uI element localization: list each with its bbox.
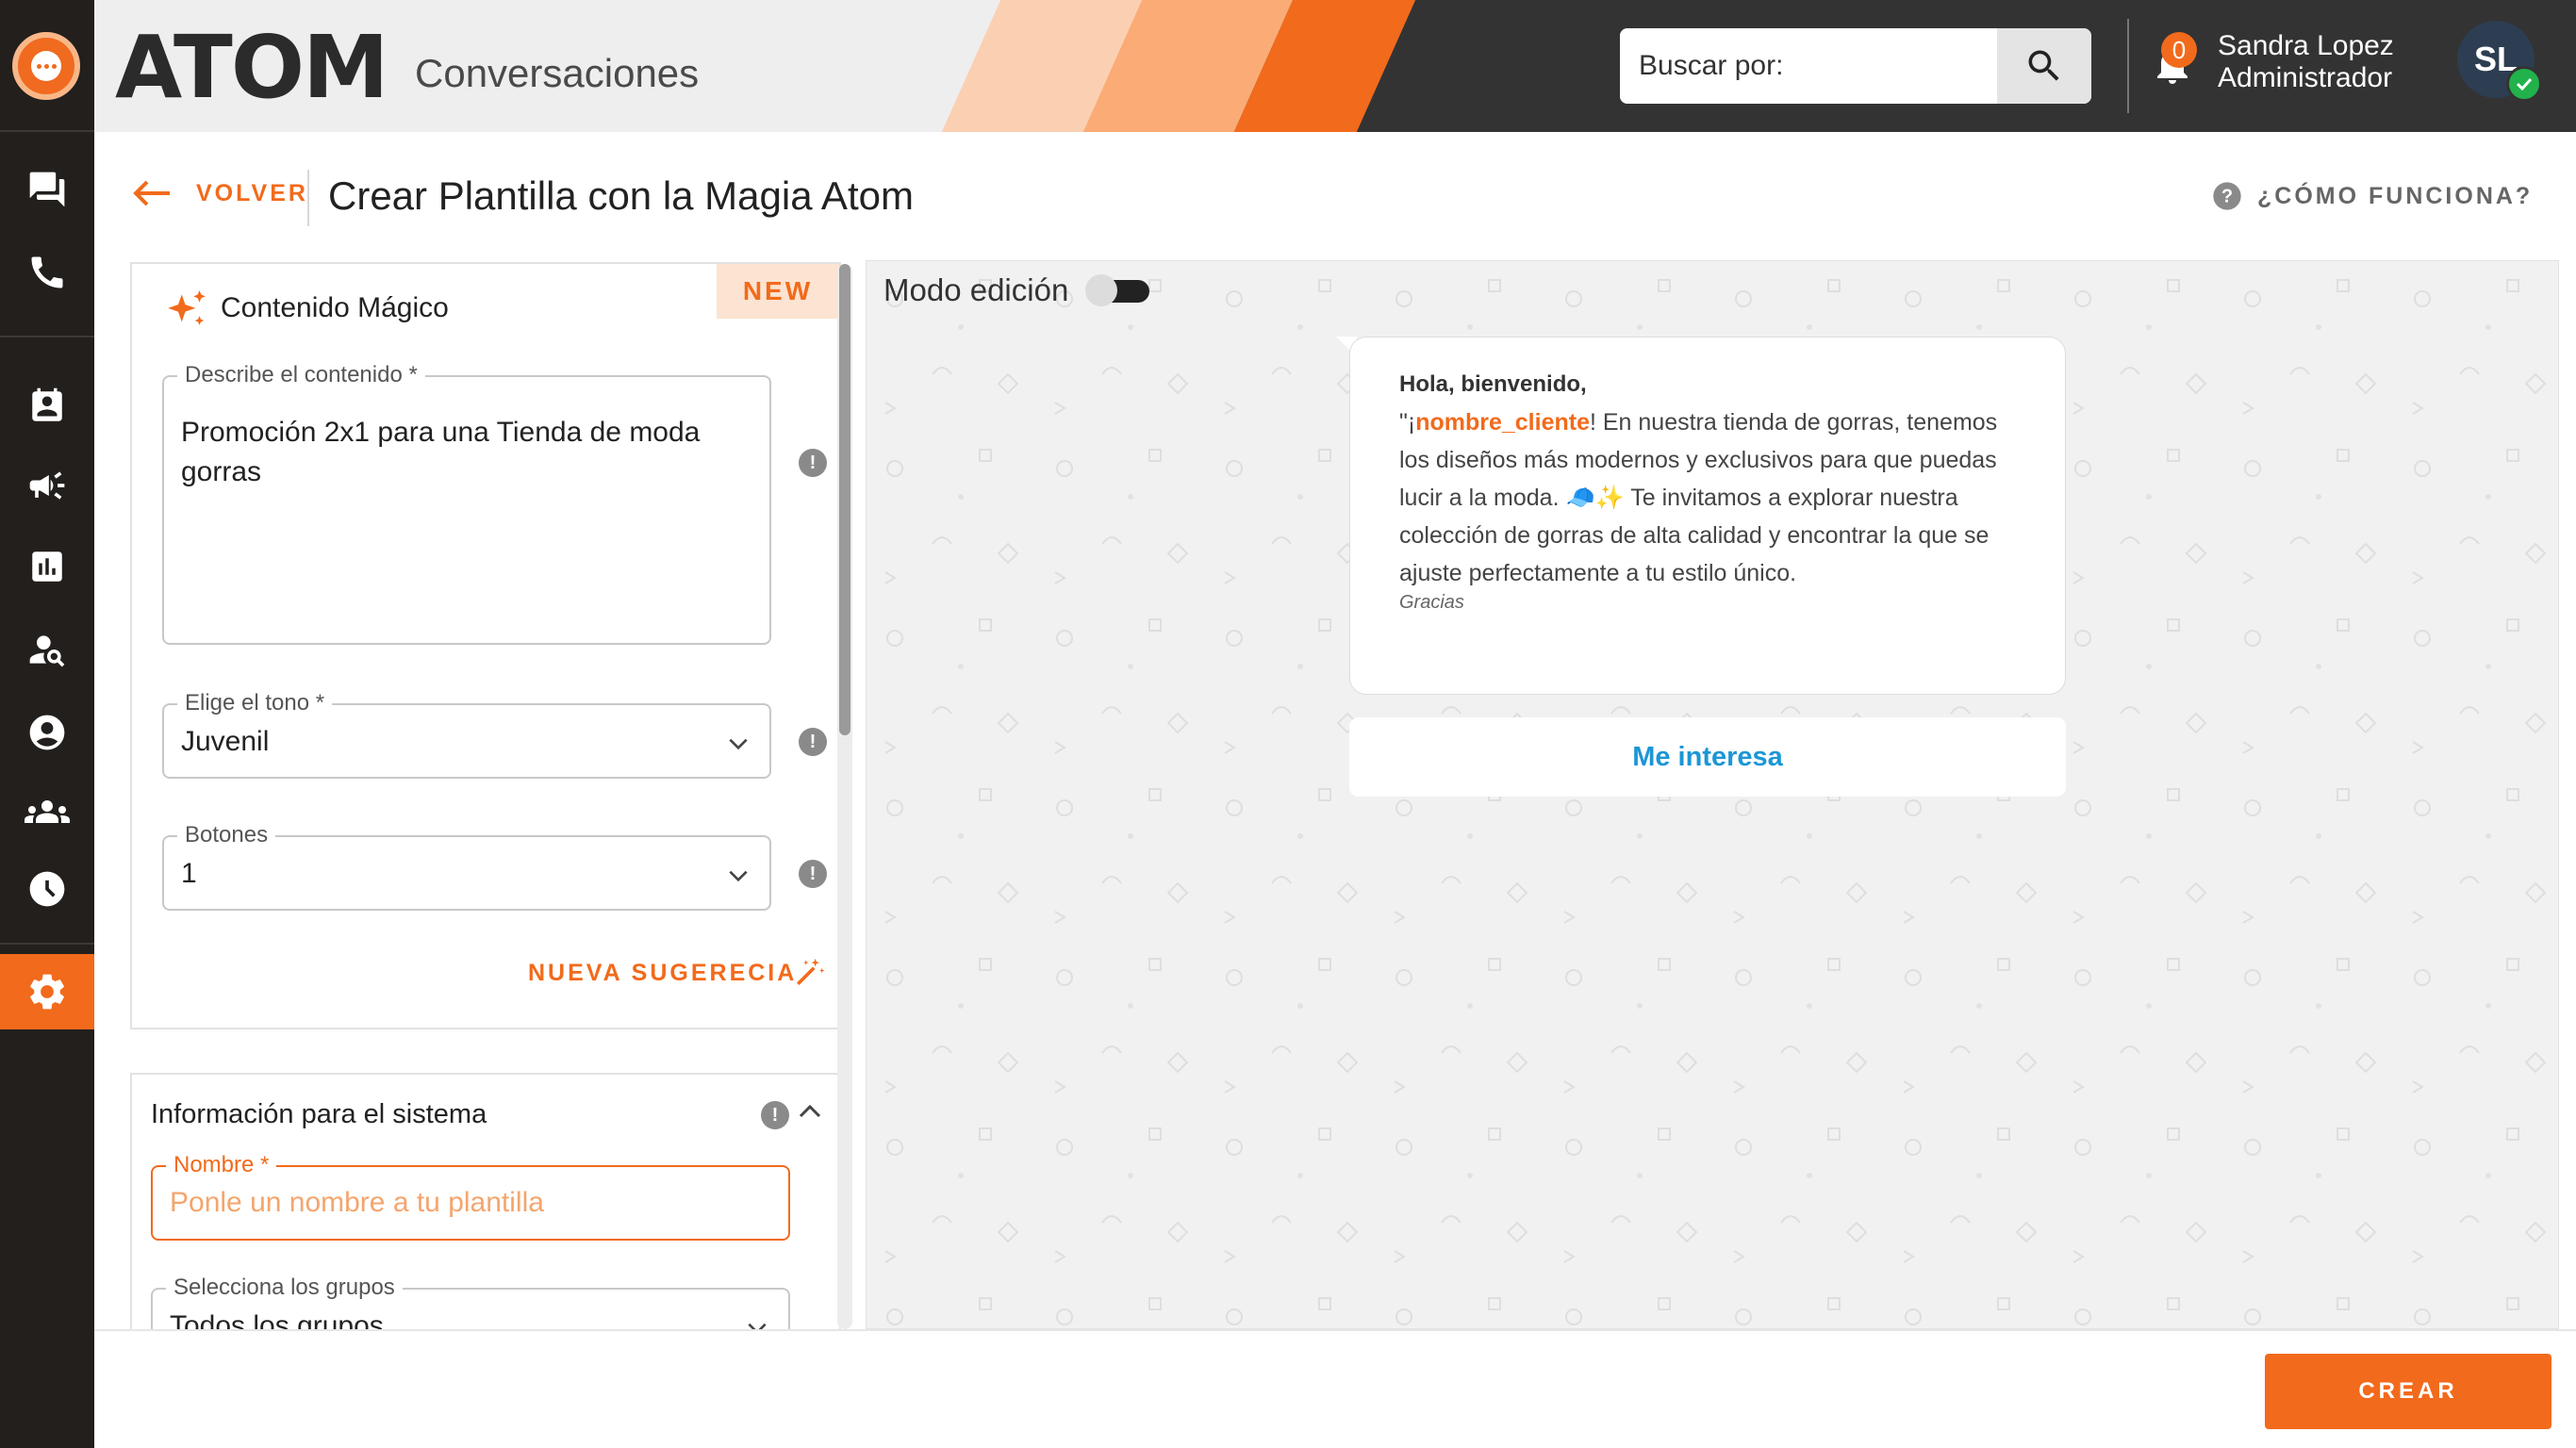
buttons-label: Botones [177, 822, 276, 848]
sidebar-item-calls[interactable] [0, 241, 94, 304]
message-header: Hola, bienvenido, [1399, 371, 1587, 397]
magic-wand-icon[interactable] [794, 956, 826, 988]
description-value[interactable]: Promoción 2x1 para una Tienda de moda go… [181, 413, 709, 492]
sidebar-divider [0, 943, 94, 945]
profile-icon [26, 712, 68, 753]
message-cta-button[interactable]: Me interesa [1349, 717, 2066, 797]
message-footer: Gracias [1399, 592, 1464, 613]
description-info-icon[interactable]: ! [799, 449, 827, 477]
tone-label: Elige el tono * [177, 690, 333, 716]
section-title: Conversaciones [415, 51, 700, 95]
groups-select[interactable]: Selecciona los grupos Todos los grupos [151, 1275, 790, 1329]
new-suggestion-button[interactable]: NUEVA SUGERECIA [528, 960, 797, 987]
help-icon: ? [2212, 181, 2242, 211]
top-header: ATOM Conversaciones 0 Sandra Lopez Admin… [94, 0, 2576, 132]
template-preview: Modo edición Hola, bienvenido, "¡nombre_… [866, 260, 2559, 1329]
search-input[interactable] [1620, 28, 1997, 104]
magic-content-title: Contenido Mágico [221, 292, 449, 323]
chevron-down-icon [745, 1316, 769, 1329]
brand-logo: ATOM [115, 17, 389, 118]
description-field[interactable]: Describe el contenido * Promoción 2x1 pa… [162, 362, 771, 645]
edit-mode-toggle[interactable] [1085, 274, 1149, 306]
message-variable: nombre_cliente [1415, 409, 1590, 436]
campaigns-icon [26, 465, 68, 506]
message-body-prefix: "¡ [1399, 409, 1416, 436]
atom-logo-icon[interactable] [12, 32, 80, 100]
sidebar-item-settings[interactable] [0, 954, 94, 1029]
edit-mode-label: Modo edición [883, 272, 1069, 307]
phone-icon [26, 252, 68, 293]
user-role: Administrador [2218, 62, 2393, 93]
notifications-count-badge: 0 [2161, 32, 2197, 68]
scrollbar-thumb[interactable] [839, 264, 850, 735]
sidebar-item-contacts[interactable] [0, 375, 94, 437]
chevron-down-icon [726, 732, 751, 756]
template-name-input[interactable] [170, 1184, 754, 1222]
description-label: Describe el contenido * [177, 362, 425, 388]
user-search-icon [26, 629, 68, 670]
sidebar-item-chat[interactable] [0, 158, 94, 221]
buttons-value: 1 [181, 858, 197, 889]
sidebar [0, 0, 94, 1448]
template-name-label: Nombre * [166, 1152, 277, 1178]
chat-icon [26, 169, 68, 210]
system-info-card: Información para el sistema ! Nombre * S… [130, 1073, 841, 1329]
search-button[interactable] [1997, 28, 2091, 104]
message-body: "¡nombre_cliente! En nuestra tienda de g… [1399, 403, 2018, 592]
system-info-icon[interactable]: ! [761, 1101, 789, 1129]
settings-icon [25, 970, 69, 1013]
message-bubble: Hola, bienvenido, "¡nombre_cliente! En n… [1349, 337, 2066, 695]
form-panel: NEW Contenido Mágico Describe el conteni… [130, 260, 841, 1329]
sidebar-item-user-search[interactable] [0, 618, 94, 681]
help-label: ¿CÓMO FUNCIONA? [2257, 182, 2534, 209]
magic-content-card: NEW Contenido Mágico Describe el conteni… [130, 262, 841, 1029]
svg-text:?: ? [2221, 187, 2233, 207]
template-name-field[interactable]: Nombre * [151, 1152, 790, 1241]
title-separator [307, 170, 309, 226]
search-icon [2023, 45, 2065, 87]
sidebar-item-reports[interactable] [0, 535, 94, 598]
arrow-left-icon [132, 179, 172, 207]
sidebar-divider [0, 130, 94, 132]
sidebar-item-campaigns[interactable] [0, 454, 94, 517]
groups-label: Selecciona los grupos [166, 1275, 403, 1301]
user-name: Sandra Lopez [2218, 30, 2394, 61]
action-footer: CREAR [94, 1329, 2576, 1448]
search-box [1620, 28, 2091, 104]
new-badge: NEW [717, 264, 839, 319]
tone-select[interactable]: Elige el tono * Juvenil [162, 690, 771, 779]
buttons-select[interactable]: Botones 1 [162, 822, 771, 911]
sidebar-item-profile[interactable] [0, 701, 94, 764]
how-it-works-link[interactable]: ? ¿CÓMO FUNCIONA? [2212, 181, 2533, 211]
back-label: VOLVER [196, 179, 308, 206]
system-info-title: Información para el sistema [151, 1099, 487, 1129]
form-scrollbar[interactable] [837, 264, 852, 1329]
header-separator [2127, 19, 2129, 113]
reports-icon [27, 547, 67, 586]
create-button[interactable]: CREAR [2265, 1354, 2551, 1429]
sidebar-divider [0, 336, 94, 337]
chevron-down-icon [726, 864, 751, 888]
tone-value: Juvenil [181, 726, 270, 757]
online-check-icon [2506, 66, 2542, 102]
sidebar-item-history[interactable] [0, 858, 94, 920]
message-body-text: ! En nuestra tienda de gorras, tenemos l… [1399, 409, 1998, 586]
contacts-icon [27, 387, 67, 426]
buttons-info-icon[interactable]: ! [799, 860, 827, 888]
page-title: Crear Plantilla con la Magia Atom [328, 173, 914, 218]
tone-info-icon[interactable]: ! [799, 728, 827, 756]
history-icon [26, 868, 68, 910]
sparkles-icon [164, 287, 211, 334]
chevron-up-icon[interactable] [796, 1097, 824, 1126]
groups-icon [25, 789, 70, 834]
sidebar-item-groups[interactable] [0, 781, 94, 843]
toggle-knob[interactable] [1085, 274, 1117, 306]
groups-value: Todos los grupos [170, 1310, 384, 1329]
back-button[interactable]: VOLVER [132, 179, 308, 207]
